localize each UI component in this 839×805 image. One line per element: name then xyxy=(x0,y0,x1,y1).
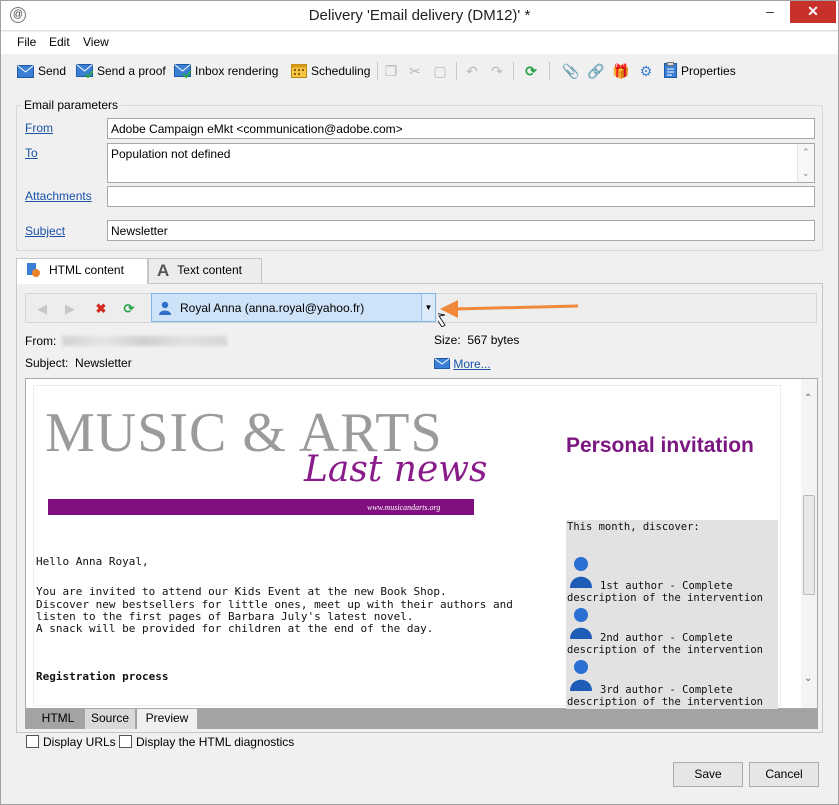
send-proof-button[interactable]: Send a proof xyxy=(76,62,166,80)
author-line: 2nd author - Complete xyxy=(600,632,733,644)
delivery-window: @ Delivery 'Email delivery (DM12)' * – ✕… xyxy=(0,0,839,805)
attachments-field[interactable] xyxy=(107,186,815,207)
author-line: 3rd author - Complete xyxy=(600,684,733,696)
logo-script-text: Last news xyxy=(304,449,488,490)
subject-link[interactable]: Subject xyxy=(25,224,65,238)
attachment-icon[interactable]: 📎 xyxy=(562,62,580,80)
gift-icon[interactable]: 🎁 xyxy=(612,62,630,80)
view-mode-tabs: HTML Source Preview xyxy=(25,709,818,729)
author-description: description of the intervention xyxy=(567,696,763,708)
logo-url: www.musicandarts.org xyxy=(367,503,441,512)
refresh-icon[interactable]: ⟳ xyxy=(121,301,137,317)
refresh-icon[interactable]: ⟳ xyxy=(522,62,540,80)
minimize-button[interactable]: – xyxy=(757,1,783,23)
preview-scrollbar[interactable]: ⌃ ⌄ xyxy=(801,379,817,708)
scheduling-button[interactable]: Scheduling xyxy=(291,62,370,80)
menu-view[interactable]: View xyxy=(83,35,109,49)
recipient-select[interactable]: Royal Anna (anna.royal@yahoo.fr) ▼ xyxy=(151,293,436,322)
clipboard-icon xyxy=(664,62,677,78)
tab-html[interactable]: HTML xyxy=(33,709,83,729)
send-button[interactable]: Send xyxy=(17,62,66,80)
text-content-icon: A xyxy=(157,261,170,280)
callout-arrow-icon xyxy=(438,300,579,327)
recipient-label: Royal Anna (anna.royal@yahoo.fr) xyxy=(180,301,365,315)
envelope-check-icon xyxy=(174,64,191,78)
html-diagnostics-checkbox[interactable] xyxy=(119,735,132,748)
toolbar-separator xyxy=(549,62,550,80)
save-button[interactable]: Save xyxy=(673,762,743,787)
html-diagnostics-option[interactable]: Display the HTML diagnostics xyxy=(119,735,294,749)
toolbar-separator xyxy=(377,62,378,80)
back-icon[interactable]: ◀ xyxy=(34,301,50,317)
person-icon xyxy=(570,660,592,691)
menu-edit[interactable]: Edit xyxy=(49,35,70,49)
toolbar-separator xyxy=(513,62,514,80)
scroll-up-icon[interactable]: ⌃ xyxy=(804,393,812,404)
email-greeting: Hello Anna Royal, xyxy=(36,555,149,568)
from-meta: From: xyxy=(25,334,228,348)
menu-file[interactable]: File xyxy=(17,35,36,49)
author-line: 1st author - Complete xyxy=(600,580,733,592)
email-parameters-legend: Email parameters xyxy=(21,98,122,112)
html-content-icon xyxy=(27,263,40,277)
tab-source[interactable]: Source xyxy=(85,709,135,729)
display-urls-checkbox[interactable] xyxy=(26,735,39,748)
scrollbar-thumb[interactable] xyxy=(803,495,815,595)
author-description: description of the intervention xyxy=(567,592,763,604)
undo-icon[interactable]: ↶ xyxy=(463,62,481,80)
attachments-link[interactable]: Attachments xyxy=(25,189,92,203)
more-meta[interactable]: More... xyxy=(434,357,491,371)
envelope-check-icon xyxy=(76,64,93,78)
menu-bar: File Edit View xyxy=(1,32,838,54)
properties-button[interactable]: Properties xyxy=(664,62,736,80)
tab-preview[interactable]: Preview xyxy=(137,709,197,729)
redo-icon[interactable]: ↷ xyxy=(488,62,506,80)
author-description: description of the intervention xyxy=(567,644,763,656)
invitation-title: Personal invitation xyxy=(566,434,754,457)
window-title: Delivery 'Email delivery (DM12)' * xyxy=(308,7,531,24)
more-link[interactable]: More... xyxy=(453,357,490,371)
calendar-icon xyxy=(291,64,307,78)
authors-sidebar: This month, discover: 1st author - Compl… xyxy=(566,520,778,710)
dropdown-arrow-icon[interactable]: ▼ xyxy=(421,294,435,321)
tab-text-content[interactable]: A Text content xyxy=(148,258,262,283)
email-paragraph-line: A snack will be provided for children at… xyxy=(36,622,434,635)
to-scrollbar[interactable]: ⌃ ⌄ xyxy=(797,144,814,182)
registration-heading: Registration process xyxy=(36,670,169,683)
to-value: Population not defined xyxy=(111,147,231,161)
tracking-icon[interactable]: ⚙ xyxy=(637,62,655,80)
forward-icon[interactable]: ▶ xyxy=(62,301,78,317)
cancel-button[interactable]: Cancel xyxy=(749,762,819,787)
close-button[interactable]: ✕ xyxy=(790,1,836,23)
from-field[interactable]: Adobe Campaign eMkt <communication@adobe… xyxy=(107,118,815,139)
to-link[interactable]: To xyxy=(25,146,38,160)
sidebar-intro: This month, discover: xyxy=(567,521,700,533)
size-meta: Size: 567 bytes xyxy=(434,333,520,347)
scroll-down-icon[interactable]: ⌄ xyxy=(802,168,810,179)
user-icon xyxy=(159,301,171,315)
inbox-rendering-button[interactable]: Inbox rendering xyxy=(174,62,278,80)
toolbar: Send Send a proof Inbox rendering Schedu… xyxy=(1,56,838,86)
email-paragraph-line: You are invited to attend our Kids Event… xyxy=(36,585,447,598)
person-icon xyxy=(570,608,592,639)
redacted-sender xyxy=(62,336,228,346)
scroll-down-icon[interactable]: ⌄ xyxy=(804,673,812,684)
paste-icon[interactable]: ▢ xyxy=(431,62,449,80)
to-field[interactable]: Population not defined ⌃ ⌄ xyxy=(107,143,815,183)
scroll-up-icon[interactable]: ⌃ xyxy=(802,147,810,158)
tab-html-content[interactable]: HTML content xyxy=(16,258,148,284)
person-icon xyxy=(570,557,592,588)
cut-icon[interactable]: ✂ xyxy=(406,62,424,80)
display-urls-option[interactable]: Display URLs xyxy=(26,735,116,749)
envelope-icon xyxy=(434,358,450,369)
link-icon[interactable]: 🔗 xyxy=(587,62,605,80)
envelope-icon xyxy=(17,65,34,78)
subject-meta: Subject: Newsletter xyxy=(25,356,132,370)
copy-icon[interactable]: ❐ xyxy=(382,62,400,80)
subject-field[interactable]: Newsletter xyxy=(107,220,815,241)
title-bar: @ Delivery 'Email delivery (DM12)' * – ✕ xyxy=(1,1,838,31)
from-link[interactable]: From xyxy=(25,121,53,135)
delete-icon[interactable]: ✖ xyxy=(93,301,109,317)
toolbar-separator xyxy=(456,62,457,80)
